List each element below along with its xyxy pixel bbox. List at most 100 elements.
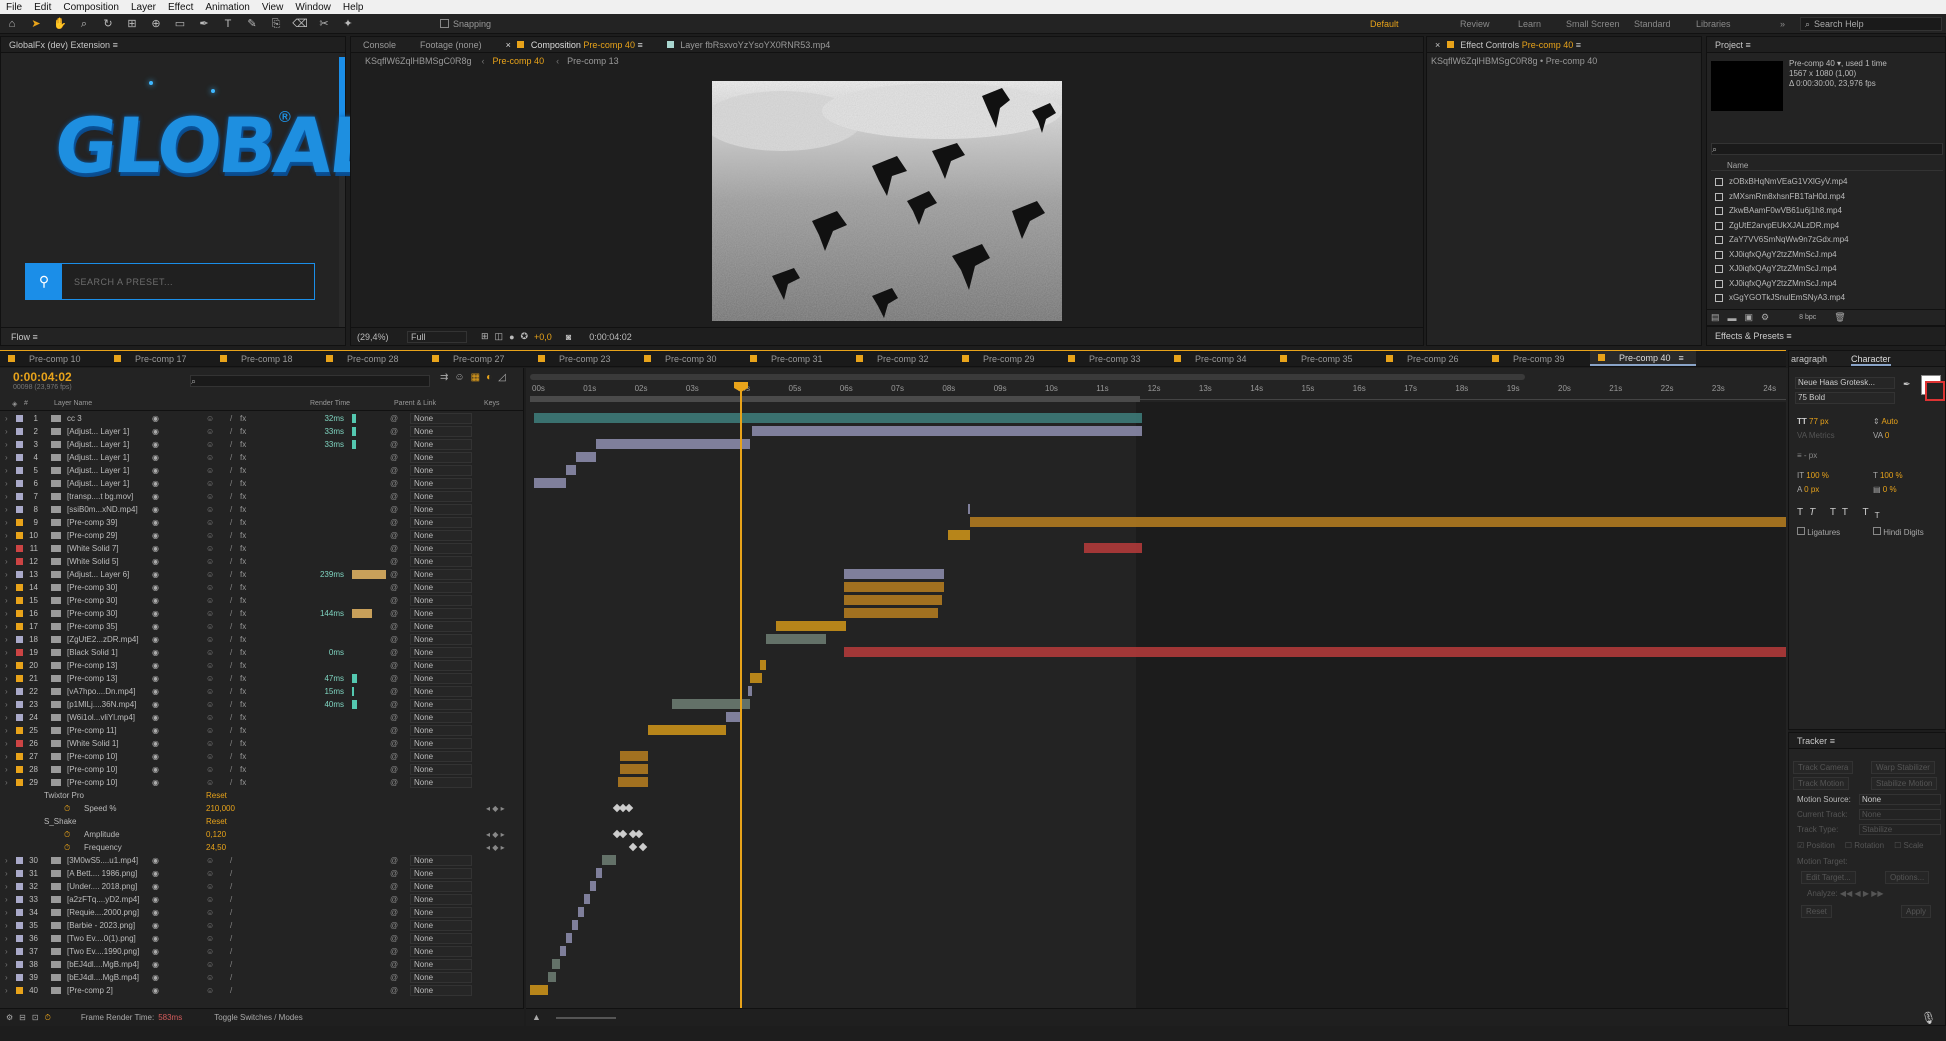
effects-presets-tab[interactable]: Effects & Presets ≡ bbox=[1706, 326, 1946, 346]
quality-switch-icon[interactable]: / bbox=[230, 490, 232, 503]
layer-duration-bar[interactable] bbox=[534, 478, 566, 488]
layer-search[interactable]: ⌕ bbox=[190, 375, 430, 387]
fx-switch-icon[interactable]: fx bbox=[240, 490, 246, 503]
layer-row[interactable]: › 6 [Adjust... Layer 1] ◉ ☺ / fx @ None bbox=[0, 477, 476, 490]
timeline-timecode[interactable]: 0:00:04:02 bbox=[13, 370, 72, 384]
label-color-swatch[interactable] bbox=[16, 610, 23, 617]
tab-character[interactable]: Character bbox=[1851, 351, 1891, 366]
expand-chevron-icon[interactable]: › bbox=[5, 542, 8, 555]
visibility-eye-icon[interactable]: ◉ bbox=[152, 932, 159, 945]
workspace-libraries[interactable]: Libraries bbox=[1696, 14, 1731, 34]
motion-source-dropdown[interactable]: None bbox=[1859, 794, 1941, 805]
pick-whip-icon[interactable]: @ bbox=[390, 880, 398, 893]
fx-switch-icon[interactable]: fx bbox=[240, 620, 246, 633]
quality-switch-icon[interactable]: / bbox=[230, 555, 232, 568]
fx-switch-icon[interactable]: fx bbox=[240, 685, 246, 698]
microphone-icon[interactable]: 🎙 bbox=[1921, 1011, 1936, 1025]
effect-property-row[interactable]: S_Shake Reset bbox=[0, 815, 524, 828]
pick-whip-icon[interactable]: @ bbox=[390, 958, 398, 971]
parent-dropdown[interactable]: None bbox=[410, 959, 472, 970]
expand-chevron-icon[interactable]: › bbox=[5, 516, 8, 529]
baseline-row[interactable]: A 0 px bbox=[1797, 485, 1819, 494]
layer-duration-bar[interactable] bbox=[726, 712, 740, 722]
expand-chevron-icon[interactable]: › bbox=[5, 412, 8, 425]
layer-row[interactable]: › 25 [Pre-comp 11] ◉ ☺ / fx @ None bbox=[0, 724, 476, 737]
parent-dropdown[interactable]: None bbox=[410, 933, 472, 944]
snapping-toggle[interactable]: Snapping bbox=[440, 19, 491, 29]
label-color-swatch[interactable] bbox=[16, 623, 23, 630]
layer-row[interactable]: › 26 [White Solid 1] ◉ ☺ / fx @ None bbox=[0, 737, 476, 750]
layer-duration-bar[interactable] bbox=[648, 725, 726, 735]
layer-name[interactable]: [Under.... 2018.png] bbox=[67, 880, 137, 893]
expand-chevron-icon[interactable]: › bbox=[5, 529, 8, 542]
layer-duration-bar[interactable] bbox=[844, 608, 938, 618]
shy-switch-icon[interactable]: ☺ bbox=[206, 906, 214, 919]
quality-switch-icon[interactable]: / bbox=[230, 698, 232, 711]
expand-chevron-icon[interactable]: › bbox=[5, 672, 8, 685]
timeline-tab[interactable]: Pre-comp 26 bbox=[1378, 351, 1484, 366]
zoom-out-icon[interactable]: ▲ bbox=[532, 1012, 541, 1022]
bpc-label[interactable]: 8 bpc bbox=[1799, 314, 1816, 321]
layer-row[interactable]: › 22 [vA7hpo....Dn.mp4] ◉ ☺ / fx 15ms @ None bbox=[0, 685, 476, 698]
visibility-eye-icon[interactable]: ◉ bbox=[152, 919, 159, 932]
layer-row[interactable]: › 2 [Adjust... Layer 1] ◉ ☺ / fx 33ms @ None bbox=[0, 425, 476, 438]
layer-name[interactable]: [Adjust... Layer 1] bbox=[67, 464, 129, 477]
scale-checkbox[interactable]: ☐ Scale bbox=[1894, 841, 1923, 850]
fx-switch-icon[interactable]: fx bbox=[240, 529, 246, 542]
layer-name[interactable]: [White Solid 5] bbox=[67, 555, 119, 568]
expand-chevron-icon[interactable]: › bbox=[5, 854, 8, 867]
quality-switch-icon[interactable]: / bbox=[230, 763, 232, 776]
label-color-swatch[interactable] bbox=[16, 597, 23, 604]
keyframe-icon[interactable] bbox=[638, 842, 648, 852]
layer-name[interactable]: [Requie....2000.png] bbox=[67, 906, 139, 919]
quality-switch-icon[interactable]: / bbox=[230, 971, 232, 984]
shy-icon[interactable]: ☺ bbox=[454, 372, 464, 383]
layer-row[interactable]: › 9 [Pre-comp 39] ◉ ☺ / fx @ None bbox=[0, 516, 476, 529]
parent-dropdown[interactable]: None bbox=[410, 738, 472, 749]
layer-name[interactable]: [ssiB0m...xND.mp4] bbox=[67, 503, 138, 516]
expand-chevron-icon[interactable]: › bbox=[5, 880, 8, 893]
shy-switch-icon[interactable]: ☺ bbox=[206, 529, 214, 542]
project-col-name[interactable]: Name bbox=[1711, 161, 1943, 171]
stabilize-motion-button[interactable]: Stabilize Motion bbox=[1871, 777, 1938, 790]
layer-duration-bar[interactable] bbox=[672, 699, 750, 709]
fx-switch-icon[interactable]: fx bbox=[240, 737, 246, 750]
expand-chevron-icon[interactable]: › bbox=[5, 685, 8, 698]
keyframe-icon[interactable] bbox=[634, 829, 644, 839]
property-value[interactable]: 0,120 bbox=[206, 828, 226, 841]
shy-switch-icon[interactable]: ☺ bbox=[206, 984, 214, 997]
roto-tool-icon[interactable]: ✂ bbox=[316, 17, 332, 31]
layer-row[interactable]: › 11 [White Solid 7] ◉ ☺ / fx @ None bbox=[0, 542, 476, 555]
parent-dropdown[interactable]: None bbox=[410, 439, 472, 450]
project-file-item[interactable]: XJ0iqfxQAgY2tzZMmScJ.mp4 bbox=[1711, 277, 1939, 292]
quality-switch-icon[interactable]: / bbox=[230, 932, 232, 945]
layer-row[interactable]: › 5 [Adjust... Layer 1] ◉ ☺ / fx @ None bbox=[0, 464, 476, 477]
layer-name[interactable]: [Adjust... Layer 1] bbox=[67, 451, 129, 464]
quality-switch-icon[interactable]: / bbox=[230, 594, 232, 607]
render-icon[interactable]: ⚙ bbox=[6, 1013, 13, 1022]
pick-whip-icon[interactable]: @ bbox=[390, 776, 398, 789]
layer-name[interactable]: [a2zFTq....yD2.mp4] bbox=[67, 893, 139, 906]
pick-whip-icon[interactable]: @ bbox=[390, 516, 398, 529]
layer-row[interactable]: › 7 [transp....t bg.mov] ◉ ☺ / fx @ None bbox=[0, 490, 476, 503]
quality-switch-icon[interactable]: / bbox=[230, 633, 232, 646]
shy-switch-icon[interactable]: ☺ bbox=[206, 932, 214, 945]
layer-duration-bar[interactable] bbox=[618, 777, 648, 787]
trash-icon[interactable]: 🗑 bbox=[1834, 312, 1845, 323]
tab-paragraph[interactable]: aragraph bbox=[1791, 351, 1827, 366]
brush-tool-icon[interactable]: ✎ bbox=[244, 17, 260, 31]
close-icon[interactable]: × bbox=[506, 40, 511, 50]
shy-switch-icon[interactable]: ☺ bbox=[206, 659, 214, 672]
visibility-eye-icon[interactable]: ◉ bbox=[152, 607, 159, 620]
visibility-eye-icon[interactable]: ◉ bbox=[152, 659, 159, 672]
tracking-value[interactable]: 0 bbox=[1885, 431, 1889, 440]
shy-switch-icon[interactable]: ☺ bbox=[206, 412, 214, 425]
switch-icon[interactable]: ⊟ bbox=[19, 1013, 26, 1022]
label-color-swatch[interactable] bbox=[16, 506, 23, 513]
shy-switch-icon[interactable]: ☺ bbox=[206, 776, 214, 789]
eraser-tool-icon[interactable]: ⌫ bbox=[292, 17, 308, 31]
property-value[interactable]: Reset bbox=[206, 815, 227, 828]
quality-switch-icon[interactable]: / bbox=[230, 516, 232, 529]
magnification-dropdown[interactable]: (29,4%) bbox=[357, 332, 407, 342]
stroke-color-swatch[interactable] bbox=[1925, 381, 1945, 401]
